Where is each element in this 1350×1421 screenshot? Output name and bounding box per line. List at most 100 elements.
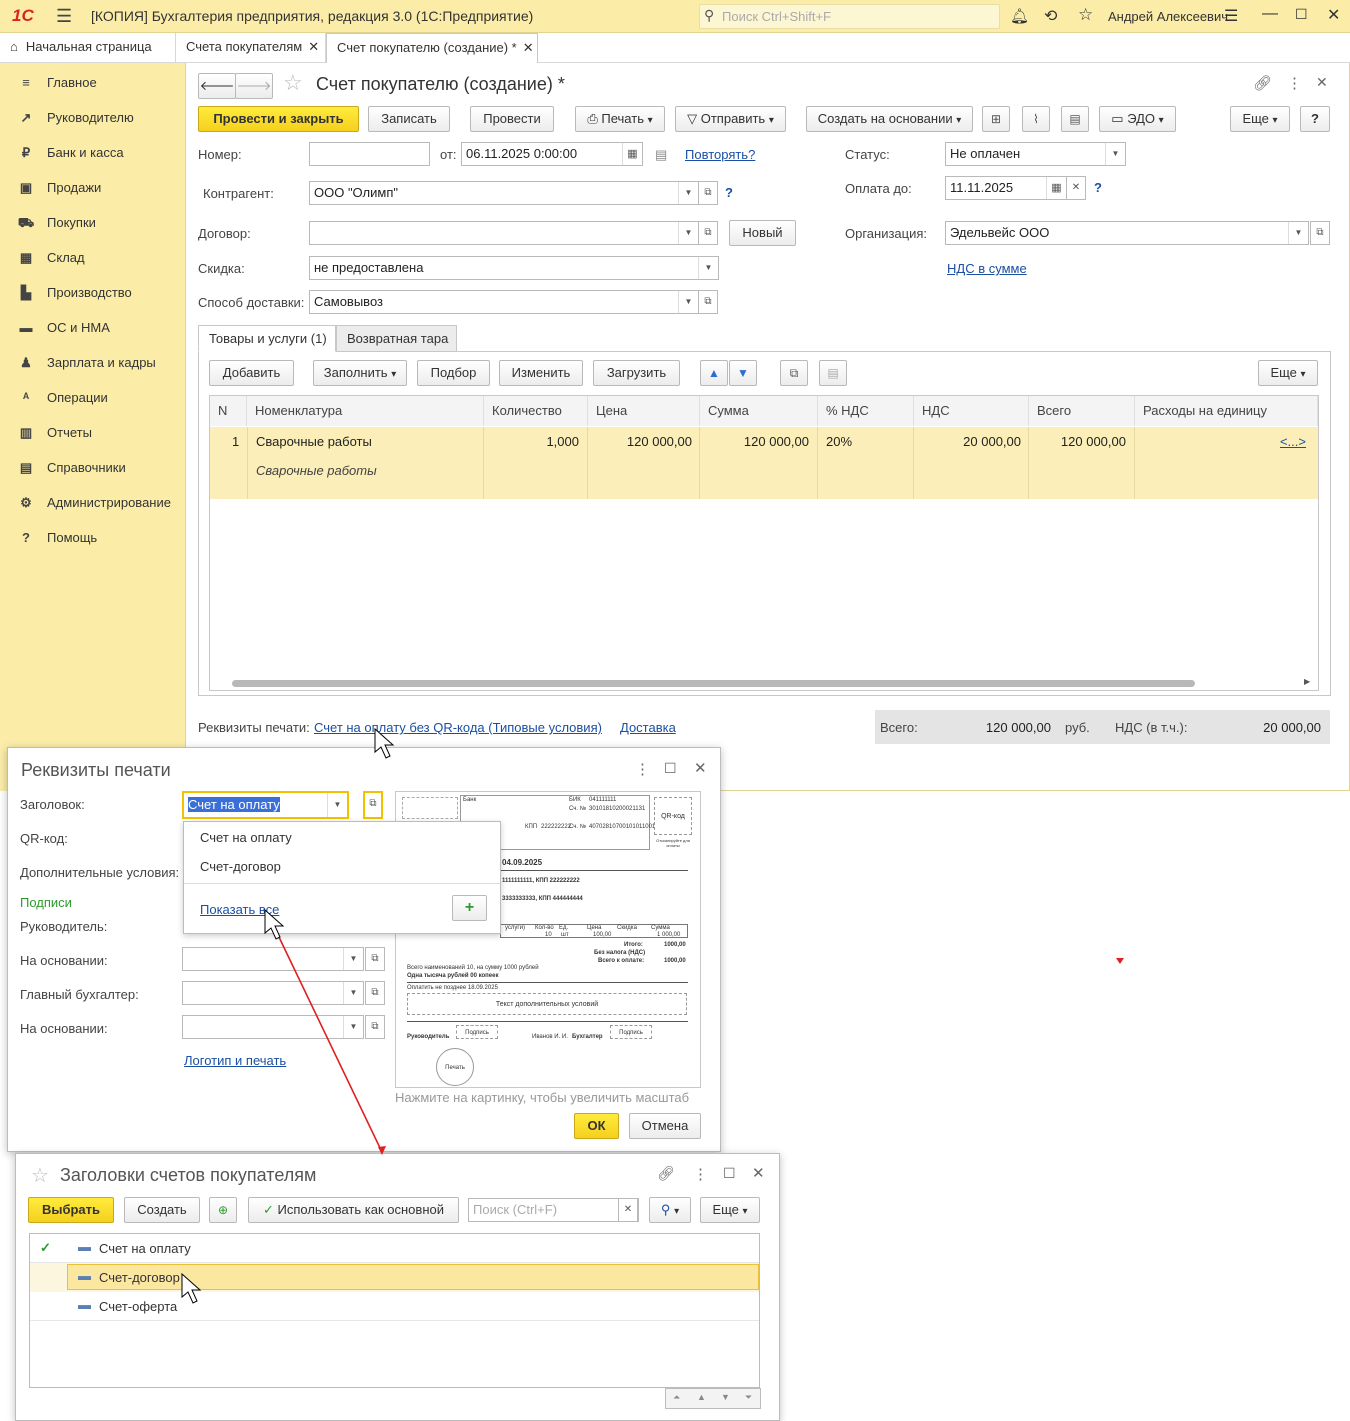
document-icon[interactable]: ▤ [1061, 106, 1089, 132]
chevron-down-icon[interactable]: ▼ [343, 982, 363, 1004]
cancel-button[interactable]: Отмена [629, 1113, 701, 1139]
save-button[interactable]: Записать [368, 106, 450, 132]
scroll-right-icon[interactable]: ▶ [1304, 677, 1310, 686]
sidebar-item-production[interactable]: ▙ Производство [16, 283, 132, 303]
number-input[interactable] [309, 142, 430, 166]
first-page-icon[interactable]: ⏶ [673, 1392, 680, 1403]
last-page-icon[interactable]: ⏷ [745, 1392, 752, 1403]
arrow-up-icon[interactable]: ▲ [700, 360, 728, 386]
status-select[interactable]: Не оплачен ▼ [945, 142, 1126, 166]
bell-icon[interactable]: 🔔︎ [1010, 7, 1029, 25]
delivery-link[interactable]: Доставка [620, 720, 676, 735]
sidebar-item-bank[interactable]: ₽ Банк и касса [16, 143, 124, 163]
sidebar-item-assets[interactable]: ▬ ОС и НМА [16, 318, 110, 338]
calendar-icon[interactable]: ▦ [1046, 177, 1066, 199]
open-icon[interactable]: ⧉ [698, 181, 718, 205]
table-row[interactable]: 1 Сварочные работы Сварочные работы 1,00… [210, 427, 1318, 499]
close-icon[interactable]: ✕ [694, 759, 707, 777]
chevron-down-icon[interactable]: ▼ [678, 182, 698, 204]
chevron-down-icon[interactable]: ▼ [678, 222, 698, 244]
clear-icon[interactable]: ✕ [1066, 176, 1086, 200]
open-icon[interactable]: ⧉ [698, 290, 718, 314]
maximize-icon[interactable]: ☐ [1295, 6, 1308, 23]
col-vat[interactable]: НДС [914, 396, 1029, 426]
dropdown-item[interactable]: Счет-договор [200, 859, 281, 874]
list-item[interactable]: ▬ Счет-договор [30, 1263, 759, 1292]
user-name[interactable]: Андрей Алексеевич [1108, 9, 1228, 24]
new-contract-button[interactable]: Новый [729, 220, 796, 246]
send-button[interactable]: ▽ Отправить ▾ [675, 106, 786, 132]
calendar-icon[interactable]: ▦ [622, 143, 642, 165]
search-options-button[interactable]: ⚲ ▾ [649, 1197, 691, 1223]
chevron-down-icon[interactable]: ▼ [1105, 143, 1125, 165]
col-name[interactable]: Номенклатура [247, 396, 484, 426]
structure-icon[interactable]: ⊞ [982, 106, 1010, 132]
chevron-down-icon[interactable]: ▼ [1288, 222, 1308, 244]
list-item[interactable]: ▬ Счет-оферта [30, 1292, 759, 1321]
date-input[interactable]: 06.11.2025 0:00:00 ▦ [461, 142, 643, 166]
help-icon[interactable]: ? [725, 185, 733, 200]
tab-home[interactable]: ⌂ Начальная страница [0, 33, 176, 63]
post-close-button[interactable]: Провести и закрыть [198, 106, 359, 132]
col-price[interactable]: Цена [588, 396, 700, 426]
change-button[interactable]: Изменить [499, 360, 583, 386]
prev-page-icon[interactable]: ▲ [697, 1392, 706, 1402]
menu-icon[interactable]: ☰ [56, 6, 72, 27]
chevron-down-icon[interactable]: ▼ [678, 291, 698, 313]
ok-button[interactable]: ОК [574, 1113, 619, 1139]
help-button[interactable]: ? [1300, 106, 1330, 132]
headers-more-button[interactable]: Еще ▾ [700, 1197, 760, 1223]
load-button[interactable]: Загрузить [593, 360, 680, 386]
star-icon[interactable]: ☆ [283, 70, 303, 96]
more-button[interactable]: Еще ▾ [1230, 106, 1290, 132]
sidebar-item-salary[interactable]: ♟ Зарплата и кадры [16, 353, 156, 373]
maximize-icon[interactable]: ☐ [664, 760, 677, 777]
sidebar-item-warehouse[interactable]: ▦ Склад [16, 248, 85, 268]
chevron-down-icon[interactable]: ▼ [343, 1016, 363, 1038]
forward-button[interactable]: 🡒 [235, 73, 273, 99]
add-icon[interactable]: + [452, 895, 487, 921]
sidebar-item-main[interactable]: ≡ Главное [16, 73, 96, 93]
table-more-button[interactable]: Еще ▾ [1258, 360, 1318, 386]
add-document-icon[interactable]: ⊕ [209, 1197, 237, 1223]
col-total[interactable]: Всего [1029, 396, 1135, 426]
counterparty-input[interactable]: ООО "Олимп" ▼ [309, 181, 699, 205]
global-search[interactable]: ⚲ Поиск Ctrl+Shift+F [699, 4, 1000, 29]
col-vat-rate[interactable]: % НДС [818, 396, 914, 426]
dropdown-item[interactable]: Счет на оплату [200, 830, 292, 845]
use-main-button[interactable]: ✓ Использовать как основной [248, 1197, 459, 1223]
horizontal-scrollbar[interactable] [232, 680, 1195, 687]
open-icon[interactable]: ⧉ [365, 947, 385, 971]
col-sum[interactable]: Сумма [700, 396, 818, 426]
open-icon[interactable]: ⧉ [363, 791, 383, 819]
edo-button[interactable]: ▭ ЭДО ▾ [1099, 106, 1176, 132]
list-item[interactable]: ✓ ▬ Счет на оплату [30, 1234, 759, 1263]
basis2-input[interactable]: ▼ [182, 1015, 364, 1039]
close-icon[interactable]: ✕ [1316, 74, 1328, 91]
sidebar-item-directories[interactable]: ▤ Справочники [16, 458, 126, 478]
sidebar-item-help[interactable]: ? Помощь [16, 528, 97, 548]
open-icon[interactable]: ⧉ [365, 1015, 385, 1039]
tab-return-tare[interactable]: Возвратная тара [336, 325, 457, 352]
basis1-input[interactable]: ▼ [182, 947, 364, 971]
sidebar-item-operations[interactable]: ᴬ Операции [16, 388, 108, 408]
show-all-link[interactable]: Показать все [200, 902, 279, 917]
print-details-link[interactable]: Счет на оплату без QR-кода (Типовые усло… [314, 720, 602, 735]
tab-invoices[interactable]: Счета покупателям ✕ [176, 33, 326, 63]
fill-button[interactable]: Заполнить ▾ [313, 360, 407, 386]
close-icon[interactable]: ✕ [308, 39, 319, 54]
add-row-button[interactable]: Добавить [209, 360, 294, 386]
post-button[interactable]: Провести [470, 106, 554, 132]
maximize-icon[interactable]: ☐ [723, 1165, 736, 1182]
headers-search-input[interactable]: Поиск (Ctrl+F) [468, 1198, 639, 1222]
sidebar-item-reports[interactable]: ▥ Отчеты [16, 423, 92, 443]
arrow-down-icon[interactable]: ▼ [729, 360, 757, 386]
chief-input[interactable]: ▼ [182, 981, 364, 1005]
col-n[interactable]: N [210, 396, 247, 426]
close-icon[interactable]: ✕ [523, 40, 534, 55]
next-page-icon[interactable]: ▼ [721, 1392, 730, 1402]
sidebar-item-purchases[interactable]: ⛟ Покупки [16, 213, 96, 233]
history-icon[interactable]: ⟲ [1044, 6, 1057, 26]
sidebar-item-admin[interactable]: ⚙ Администрирование [16, 493, 171, 513]
open-icon[interactable]: ⧉ [698, 221, 718, 245]
